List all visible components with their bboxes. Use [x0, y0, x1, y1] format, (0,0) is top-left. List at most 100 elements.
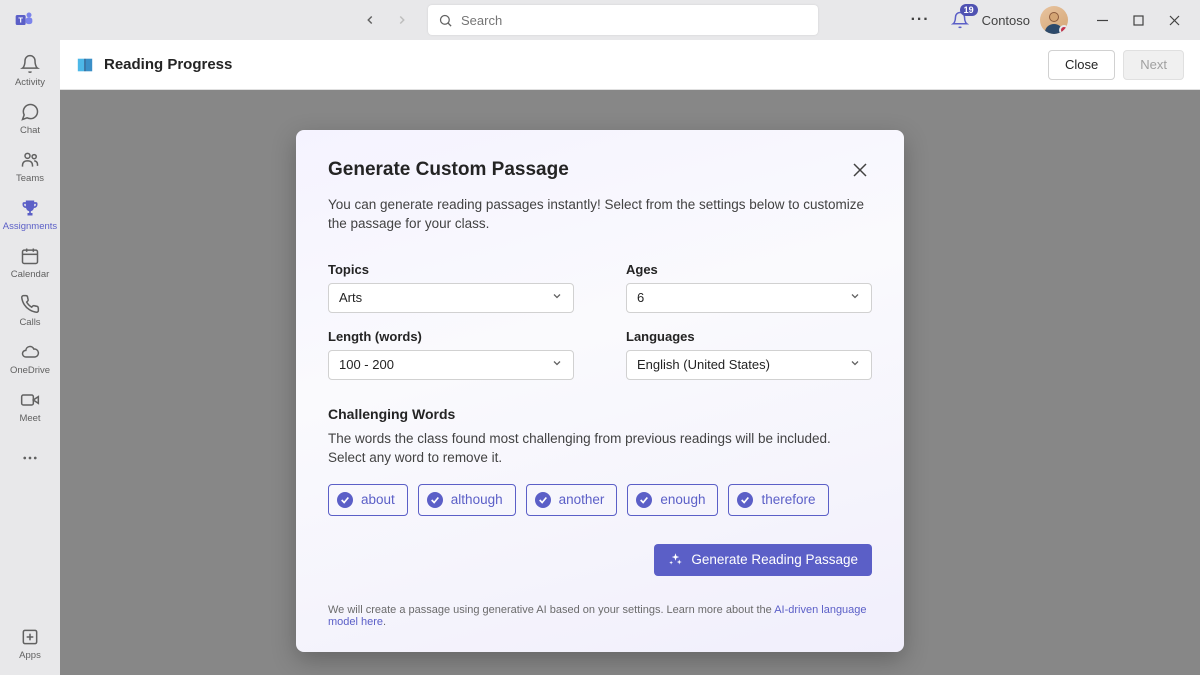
rail-label: Calls: [19, 317, 40, 328]
challenging-words-description: The words the class found most challengi…: [328, 430, 872, 468]
word-chip[interactable]: although: [418, 484, 516, 516]
app-rail: Activity Chat Teams Assignments Calendar…: [0, 40, 60, 675]
challenging-words-title: Challenging Words: [328, 406, 872, 422]
reading-progress-icon: [76, 56, 94, 74]
rail-chat[interactable]: Chat: [0, 94, 60, 142]
check-icon: [337, 492, 353, 508]
field-label: Ages: [626, 262, 872, 277]
window-maximize-button[interactable]: [1120, 4, 1156, 36]
word-chip[interactable]: therefore: [728, 484, 828, 516]
nav-back-button[interactable]: [356, 6, 384, 34]
app-header: Reading Progress Close Next: [60, 40, 1200, 90]
teams-logo: T: [12, 8, 36, 32]
rail-label: Activity: [15, 77, 45, 88]
cloud-icon: [19, 341, 41, 363]
chip-label: about: [361, 492, 395, 507]
teams-icon: [19, 149, 41, 171]
field-label: Languages: [626, 329, 872, 344]
chip-label: although: [451, 492, 503, 507]
rail-label: Apps: [19, 650, 41, 661]
modal-close-button[interactable]: [848, 158, 872, 182]
button-label: Generate Reading Passage: [691, 552, 858, 567]
nav-forward-button[interactable]: [388, 6, 416, 34]
field-label: Length (words): [328, 329, 574, 344]
select-value: 100 - 200: [339, 357, 394, 372]
field-topics: Topics Arts: [328, 262, 574, 313]
rail-label: Teams: [16, 173, 44, 184]
sparkle-icon: [668, 552, 683, 567]
rail-teams[interactable]: Teams: [0, 142, 60, 190]
presence-indicator: [1059, 25, 1068, 34]
check-icon: [535, 492, 551, 508]
select-value: 6: [637, 290, 644, 305]
word-chip[interactable]: about: [328, 484, 408, 516]
tenant-name[interactable]: Contoso: [982, 13, 1030, 28]
chevron-down-icon: [551, 357, 563, 372]
field-ages: Ages 6: [626, 262, 872, 313]
rail-label: Calendar: [11, 269, 50, 280]
modal-description: You can generate reading passages instan…: [328, 196, 872, 234]
bell-icon: [19, 53, 41, 75]
rail-calendar[interactable]: Calendar: [0, 238, 60, 286]
footer-text: We will create a passage using generativ…: [328, 604, 774, 616]
rail-assignments[interactable]: Assignments: [0, 190, 60, 238]
check-icon: [427, 492, 443, 508]
rail-label: OneDrive: [10, 365, 50, 376]
close-icon: [853, 163, 867, 177]
ages-select[interactable]: 6: [626, 283, 872, 313]
check-icon: [636, 492, 652, 508]
phone-icon: [19, 293, 41, 315]
next-button[interactable]: Next: [1123, 50, 1184, 80]
rail-onedrive[interactable]: OneDrive: [0, 334, 60, 382]
avatar[interactable]: [1040, 6, 1068, 34]
select-value: Arts: [339, 290, 362, 305]
field-label: Topics: [328, 262, 574, 277]
titlebar: T ··· 19 Contoso: [0, 0, 1200, 40]
window-minimize-button[interactable]: [1084, 4, 1120, 36]
select-value: English (United States): [637, 357, 770, 372]
challenging-words-chips: about although another enough therefore: [328, 484, 872, 516]
notification-count: 19: [960, 4, 978, 16]
chip-label: therefore: [761, 492, 815, 507]
word-chip[interactable]: enough: [627, 484, 718, 516]
page-title: Reading Progress: [104, 56, 232, 73]
word-chip[interactable]: another: [526, 484, 618, 516]
chevron-down-icon: [849, 357, 861, 372]
notifications-button[interactable]: 19: [948, 8, 972, 32]
rail-meet[interactable]: Meet: [0, 382, 60, 430]
chat-icon: [19, 101, 41, 123]
rail-activity[interactable]: Activity: [0, 46, 60, 94]
svg-text:T: T: [18, 16, 23, 25]
generate-passage-modal: Generate Custom Passage You can generate…: [296, 130, 904, 652]
calendar-icon: [19, 245, 41, 267]
chip-label: another: [559, 492, 605, 507]
rail-label: Chat: [20, 125, 40, 136]
field-languages: Languages English (United States): [626, 329, 872, 380]
rail-calls[interactable]: Calls: [0, 286, 60, 334]
generate-passage-button[interactable]: Generate Reading Passage: [654, 544, 872, 576]
chevron-down-icon: [551, 290, 563, 305]
video-icon: [19, 389, 41, 411]
assignments-icon: [19, 197, 41, 219]
chevron-down-icon: [849, 290, 861, 305]
search-box[interactable]: [428, 5, 818, 35]
more-icon: [19, 447, 41, 469]
nav-arrows: [356, 6, 416, 34]
apps-icon: [19, 626, 41, 648]
check-icon: [737, 492, 753, 508]
rail-label: Assignments: [3, 221, 57, 232]
languages-select[interactable]: English (United States): [626, 350, 872, 380]
search-input[interactable]: [461, 13, 808, 28]
window-close-button[interactable]: [1156, 4, 1192, 36]
topics-select[interactable]: Arts: [328, 283, 574, 313]
search-icon: [438, 13, 453, 28]
length-select[interactable]: 100 - 200: [328, 350, 574, 380]
more-button[interactable]: ···: [903, 7, 938, 33]
close-button[interactable]: Close: [1048, 50, 1115, 80]
rail-more[interactable]: [0, 434, 60, 482]
chip-label: enough: [660, 492, 705, 507]
rail-apps[interactable]: Apps: [0, 619, 60, 667]
rail-label: Meet: [19, 413, 40, 424]
modal-footer: We will create a passage using generativ…: [328, 604, 872, 628]
modal-title: Generate Custom Passage: [328, 159, 569, 181]
